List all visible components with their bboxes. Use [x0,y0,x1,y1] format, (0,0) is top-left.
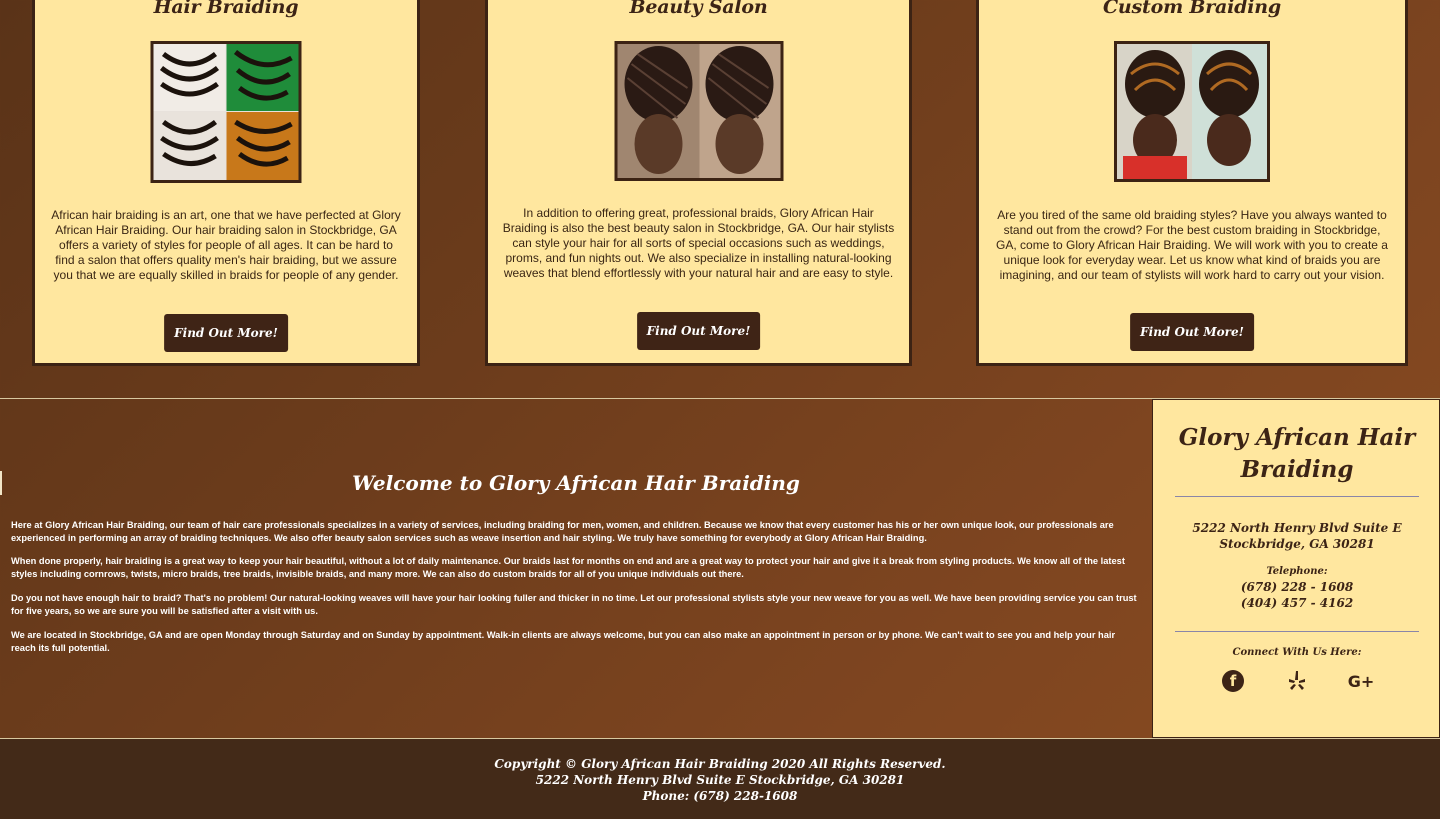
service-image [1114,41,1270,182]
facebook-icon[interactable]: f [1222,670,1244,692]
page-footer: Copyright © Glory African Hair Braiding … [0,739,1440,819]
find-out-more-button[interactable]: Find Out More! [636,312,761,350]
phone-number-1[interactable]: (678) 228 - 1608 [1153,579,1440,595]
social-links: f G+ [1153,670,1440,692]
service-title: Beauty Salon [629,0,768,18]
footer-address: 5222 North Henry Blvd Suite E Stockbridg… [535,773,905,787]
service-image [150,41,302,183]
contact-divider [1175,496,1419,497]
service-image [614,41,783,181]
welcome-paragraph: Do you not have enough hair to braid? Th… [11,593,1137,616]
address-line-1: 5222 North Henry Blvd Suite E [1192,521,1402,535]
contact-divider [1175,631,1419,632]
business-name: Glory African Hair Braiding [1178,424,1416,483]
service-description: In addition to offering great, professio… [502,206,895,280]
telephone-label: Telephone: [1266,566,1328,577]
service-card-beauty-salon: Beauty Salon In addition to offering gre… [485,0,912,366]
footer-copyright: Copyright © Glory African Hair Braiding … [494,757,946,771]
welcome-section: Welcome to Glory African Hair Braiding H… [0,399,1152,738]
service-title: Custom Braiding [1102,0,1281,18]
service-card-custom-braiding: Custom Braiding Are you tired of the sam… [976,0,1408,366]
welcome-paragraph: Here at Glory African Hair Braiding, our… [11,520,1114,543]
phone-number-2[interactable]: (404) 457 - 4162 [1153,595,1440,611]
google-plus-icon[interactable]: G+ [1348,670,1375,692]
service-card-hair-braiding: Hair Braiding African hair braiding is a… [32,0,420,366]
find-out-more-button[interactable]: Find Out More! [164,314,288,352]
yelp-icon[interactable] [1286,670,1308,692]
service-description: African hair braiding is an art, one tha… [51,208,401,282]
service-title: Hair Braiding [153,0,299,18]
connect-label: Connect With Us Here: [1232,647,1362,658]
welcome-paragraph: When done properly, hair braiding is a g… [11,556,1125,579]
find-out-more-button[interactable]: Find Out More! [1130,313,1254,351]
welcome-paragraph: We are located in Stockbridge, GA and ar… [11,630,1116,653]
service-description: Are you tired of the same old braiding s… [996,208,1388,282]
address-line-2: Stockbridge, GA 30281 [1219,537,1375,551]
footer-phone[interactable]: Phone: (678) 228-1608 [0,788,1440,804]
contact-panel: Glory African Hair Braiding 5222 North H… [1152,399,1440,738]
welcome-title: Welcome to Glory African Hair Braiding [352,471,800,495]
